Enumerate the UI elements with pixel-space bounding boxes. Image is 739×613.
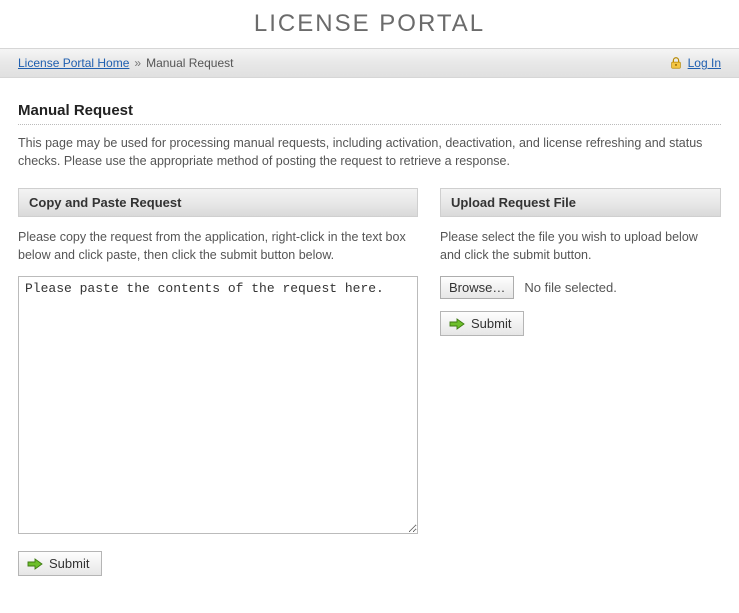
file-selected-status: No file selected. (524, 280, 617, 295)
arrow-right-icon (27, 558, 43, 570)
copy-paste-submit-button[interactable]: Submit (18, 551, 102, 576)
request-textarea[interactable] (18, 276, 418, 534)
page-description: This page may be used for processing man… (18, 135, 721, 170)
breadcrumb-bar: License Portal Home » Manual Request Log… (0, 48, 739, 78)
copy-paste-submit-label: Submit (49, 556, 89, 571)
breadcrumb-current: Manual Request (146, 56, 233, 70)
columns: Copy and Paste Request Please copy the r… (18, 188, 721, 576)
breadcrumb-separator: » (134, 56, 141, 70)
upload-description: Please select the file you wish to uploa… (440, 229, 721, 264)
copy-paste-heading: Copy and Paste Request (18, 188, 418, 217)
app-title: LICENSE PORTAL (254, 10, 485, 38)
arrow-right-icon (449, 318, 465, 330)
file-select-row: Browse… No file selected. (440, 276, 721, 299)
upload-heading: Upload Request File (440, 188, 721, 217)
page-title: Manual Request (18, 102, 721, 125)
content-area: Manual Request This page may be used for… (0, 78, 739, 586)
login-area: Log In (669, 56, 721, 70)
app-header: LICENSE PORTAL (0, 0, 739, 48)
lock-icon (669, 56, 683, 70)
upload-submit-label: Submit (471, 316, 511, 331)
copy-paste-description: Please copy the request from the applica… (18, 229, 418, 264)
upload-section: Upload Request File Please select the fi… (440, 188, 721, 576)
browse-button[interactable]: Browse… (440, 276, 514, 299)
breadcrumb-home-link[interactable]: License Portal Home (18, 56, 129, 70)
upload-submit-button[interactable]: Submit (440, 311, 524, 336)
copy-paste-section: Copy and Paste Request Please copy the r… (18, 188, 418, 576)
login-link[interactable]: Log In (688, 56, 721, 70)
